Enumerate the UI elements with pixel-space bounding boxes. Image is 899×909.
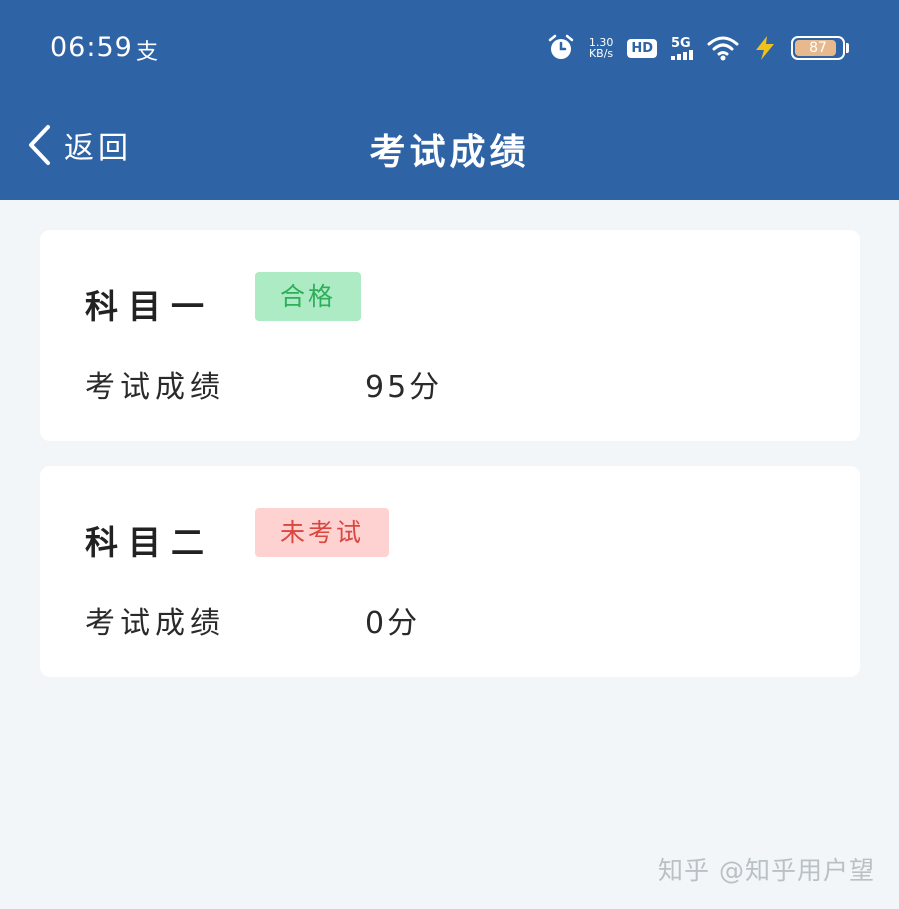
status-badge: 合格 (255, 272, 362, 321)
nav-bar: 返回 考试成绩 (0, 95, 899, 200)
status-time: 06:59 (50, 32, 133, 63)
status-icons: 1.30 KB/s HD 5G 87 (547, 30, 849, 66)
score-label: 考试成绩 (85, 370, 225, 405)
status-bar: 06:59 支 1.30 KB/s HD 5G 87 (0, 0, 899, 95)
charging-icon (756, 36, 774, 60)
subject-name: 科目二 (85, 523, 214, 562)
battery-level: 87 (809, 40, 827, 56)
hd-icon: HD (627, 38, 657, 58)
net-speed-unit: KB/s (588, 47, 614, 60)
status-extra-glyph: 支 (136, 40, 159, 65)
signal-label: 5G (671, 35, 691, 51)
battery-tip (846, 43, 849, 53)
score-label: 考试成绩 (85, 606, 225, 641)
subject-card: 科目二 未考试 考试成绩 0分 (40, 466, 860, 677)
status-badge: 未考试 (255, 508, 390, 557)
battery-body: 87 (791, 36, 845, 60)
score-value: 0分 (365, 606, 421, 641)
page-title: 考试成绩 (369, 132, 530, 173)
subject-name: 科目一 (85, 287, 214, 326)
signal-bars (671, 49, 693, 60)
alarm-icon (548, 34, 574, 59)
wifi-icon (707, 36, 739, 61)
signal-icon: 5G (671, 37, 693, 60)
subject-card: 科目一 合格 考试成绩 95分 (40, 230, 860, 441)
battery-icon: 87 (791, 36, 849, 60)
network-speed: 1.30 KB/s (589, 37, 614, 59)
app-header: 06:59 支 1.30 KB/s HD 5G 87 返回 考试成绩 (0, 0, 899, 200)
score-value: 95分 (365, 370, 443, 405)
watermark: 知乎 @知乎用户望 (658, 856, 875, 885)
